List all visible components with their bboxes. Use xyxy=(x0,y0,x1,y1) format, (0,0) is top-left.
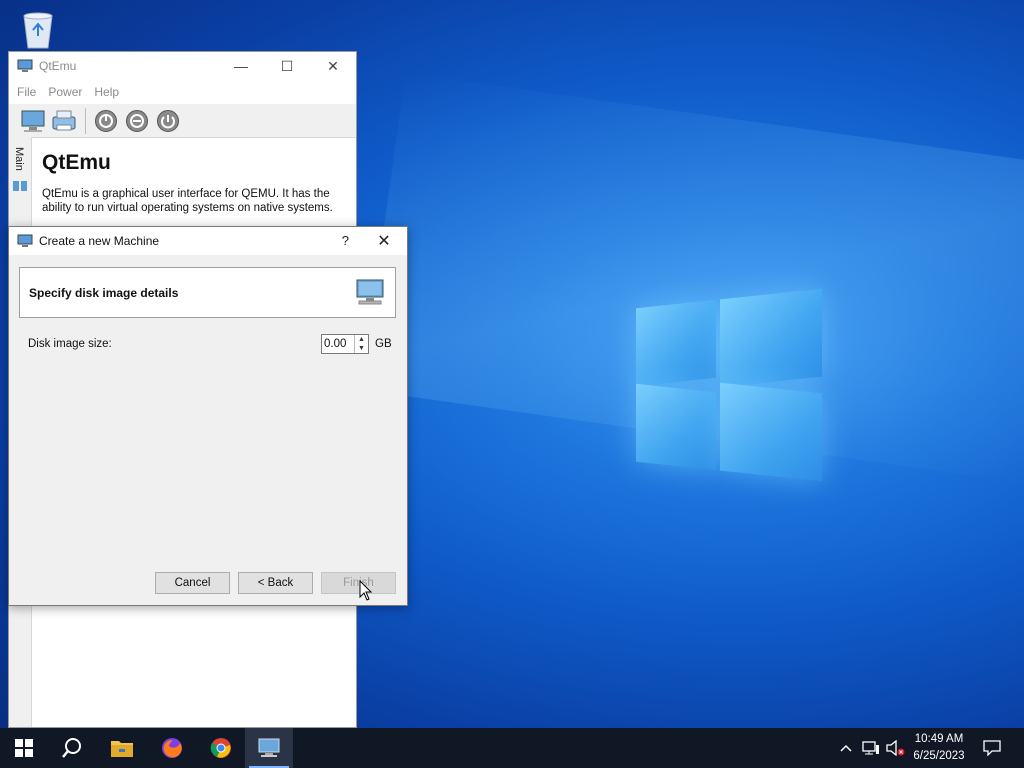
toolbar-separator xyxy=(85,107,86,134)
clock-time: 10:49 AM xyxy=(914,733,964,745)
file-explorer-taskbar-button[interactable] xyxy=(98,728,146,768)
tray-overflow-chevron[interactable] xyxy=(836,728,856,768)
wizard-header: Specify disk image details xyxy=(19,267,396,318)
recycle-bin-icon[interactable] xyxy=(16,8,60,52)
disk-size-unit: GB xyxy=(375,338,392,350)
new-machine-tool-button[interactable] xyxy=(19,107,47,135)
printer-icon xyxy=(52,110,76,130)
windows-start-icon xyxy=(15,739,33,757)
menu-help[interactable]: Help xyxy=(94,85,119,99)
chrome-taskbar-button[interactable] xyxy=(197,728,245,768)
disk-image-size-spinbox[interactable]: 0.00 ▲ ▼ xyxy=(321,334,369,354)
machine-tab-icon[interactable] xyxy=(12,179,28,193)
main-title-bar[interactable]: QtEmu — ☐ ✕ xyxy=(9,52,356,80)
power-on-tool-button[interactable] xyxy=(92,107,120,135)
start-button[interactable] xyxy=(0,728,48,768)
create-machine-dialog: Create a new Machine ? ✕ Specify disk im… xyxy=(8,226,408,606)
qtemu-taskbar-button[interactable] xyxy=(245,728,293,768)
menu-file[interactable]: File xyxy=(17,85,36,99)
main-description: QtEmu is a graphical user interface for … xyxy=(42,188,333,214)
wizard-header-title: Specify disk image details xyxy=(29,286,179,300)
dialog-title-bar[interactable]: Create a new Machine ? ✕ xyxy=(9,227,407,255)
menu-power[interactable]: Power xyxy=(48,85,82,99)
action-center-button[interactable] xyxy=(980,728,1004,768)
network-icon xyxy=(862,741,879,755)
disk-image-size-value[interactable]: 0.00 xyxy=(324,338,346,350)
cancel-button[interactable]: Cancel xyxy=(155,572,230,594)
power-icon xyxy=(95,109,117,132)
pause-tool-button[interactable] xyxy=(123,107,151,135)
tab-main[interactable]: Main xyxy=(13,147,25,171)
firefox-taskbar-button[interactable] xyxy=(148,728,196,768)
computer-icon xyxy=(21,110,45,132)
maximize-button[interactable]: ☐ xyxy=(264,52,310,80)
back-button[interactable]: < Back xyxy=(238,572,313,594)
minimize-button[interactable]: — xyxy=(218,52,264,80)
windows-logo-wallpaper xyxy=(636,288,822,482)
search-button[interactable] xyxy=(48,728,96,768)
taskbar: 10:49 AM 6/25/2023 xyxy=(0,728,1024,768)
chrome-icon xyxy=(210,738,231,758)
dialog-close-button[interactable]: ✕ xyxy=(369,230,399,252)
main-window-title: QtEmu xyxy=(39,59,77,73)
minus-circle-icon xyxy=(126,109,148,132)
notification-icon xyxy=(983,740,1001,756)
spin-up-arrow-icon[interactable]: ▲ xyxy=(355,335,368,344)
spin-down-arrow-icon[interactable]: ▼ xyxy=(355,344,368,353)
reset-icon xyxy=(157,109,179,132)
disk-image-size-label: Disk image size: xyxy=(28,338,112,350)
network-tray-icon[interactable] xyxy=(860,728,882,768)
close-button[interactable]: ✕ xyxy=(310,52,356,80)
clock-date: 6/25/2023 xyxy=(913,750,965,762)
search-icon xyxy=(62,738,81,758)
qtemu-app-icon xyxy=(17,234,33,247)
mouse-cursor-icon xyxy=(359,580,373,601)
folder-icon xyxy=(111,741,133,757)
firefox-icon xyxy=(162,738,182,758)
system-clock[interactable]: 10:49 AM 6/25/2023 xyxy=(900,731,978,765)
dialog-title: Create a new Machine xyxy=(39,234,160,248)
qtemu-app-icon xyxy=(258,738,280,757)
chevron-up-icon xyxy=(840,744,852,752)
main-toolbar xyxy=(9,104,356,138)
settings-tool-button[interactable] xyxy=(50,107,78,135)
main-menu-bar: File Power Help xyxy=(9,80,356,104)
qtemu-app-icon xyxy=(17,59,33,72)
reset-tool-button[interactable] xyxy=(154,107,182,135)
help-button[interactable]: ? xyxy=(342,233,349,248)
main-heading: QtEmu xyxy=(42,151,111,174)
computer-icon xyxy=(356,279,384,305)
